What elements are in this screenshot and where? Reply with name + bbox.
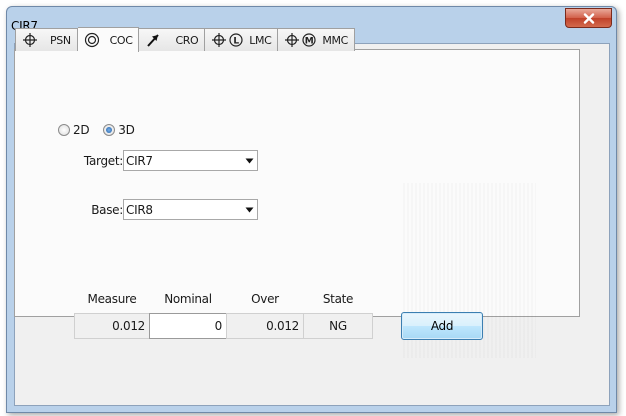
target-select-value: CIR7 bbox=[126, 153, 153, 168]
over-value-field: 0.012 bbox=[226, 313, 304, 339]
base-label: Base: bbox=[91, 203, 123, 217]
tab-lmc[interactable]: L LMC bbox=[205, 28, 279, 51]
position-mmc-icon: M bbox=[284, 32, 318, 48]
radio-2d-label: 2D bbox=[73, 123, 90, 137]
tab-strip: PSN COC CRO L LMC M MMC bbox=[15, 27, 355, 52]
tab-psn-label: PSN bbox=[50, 33, 71, 47]
base-select-value: CIR8 bbox=[126, 202, 153, 217]
svg-text:M: M bbox=[305, 37, 314, 47]
radio-3d-label: 3D bbox=[118, 123, 135, 137]
concentricity-icon bbox=[84, 32, 100, 48]
position-lmc-icon: L bbox=[211, 32, 245, 48]
tab-mmc-label: MMC bbox=[322, 33, 348, 47]
target-label: Target: bbox=[83, 154, 123, 168]
measure-value-field: 0.012 bbox=[74, 313, 150, 339]
position-crosshair-icon bbox=[22, 32, 38, 48]
add-button[interactable]: Add bbox=[401, 312, 483, 340]
close-icon bbox=[583, 12, 594, 24]
chevron-down-icon[interactable] bbox=[241, 200, 257, 219]
state-header: State bbox=[322, 292, 354, 306]
tab-lmc-label: LMC bbox=[249, 33, 272, 47]
target-select[interactable]: CIR7 bbox=[123, 150, 258, 171]
radio-3d[interactable]: 3D bbox=[103, 123, 135, 137]
close-button[interactable] bbox=[565, 8, 612, 28]
nominal-header: Nominal bbox=[164, 292, 212, 306]
chevron-down-icon[interactable] bbox=[241, 151, 257, 170]
radio-3d-indicator[interactable] bbox=[103, 124, 116, 136]
radio-2d[interactable]: 2D bbox=[58, 123, 90, 137]
base-select[interactable]: CIR8 bbox=[123, 199, 258, 220]
tab-psn[interactable]: PSN bbox=[15, 28, 78, 51]
nominal-input[interactable]: 0 bbox=[149, 313, 227, 339]
measure-header: Measure bbox=[87, 292, 137, 306]
tab-cro[interactable]: CRO bbox=[139, 28, 206, 51]
circular-runout-arrow-icon bbox=[145, 32, 161, 48]
tab-cro-label: CRO bbox=[175, 33, 199, 47]
tab-mmc[interactable]: M MMC bbox=[278, 28, 355, 51]
dimension-mode-group: 2D 3D bbox=[58, 123, 149, 137]
over-header: Over bbox=[251, 292, 279, 306]
state-value-field: NG bbox=[303, 313, 373, 339]
tab-coc[interactable]: COC bbox=[77, 27, 140, 52]
svg-text:L: L bbox=[234, 37, 240, 47]
tab-coc-label: COC bbox=[109, 33, 133, 47]
radio-2d-indicator[interactable] bbox=[58, 124, 70, 136]
